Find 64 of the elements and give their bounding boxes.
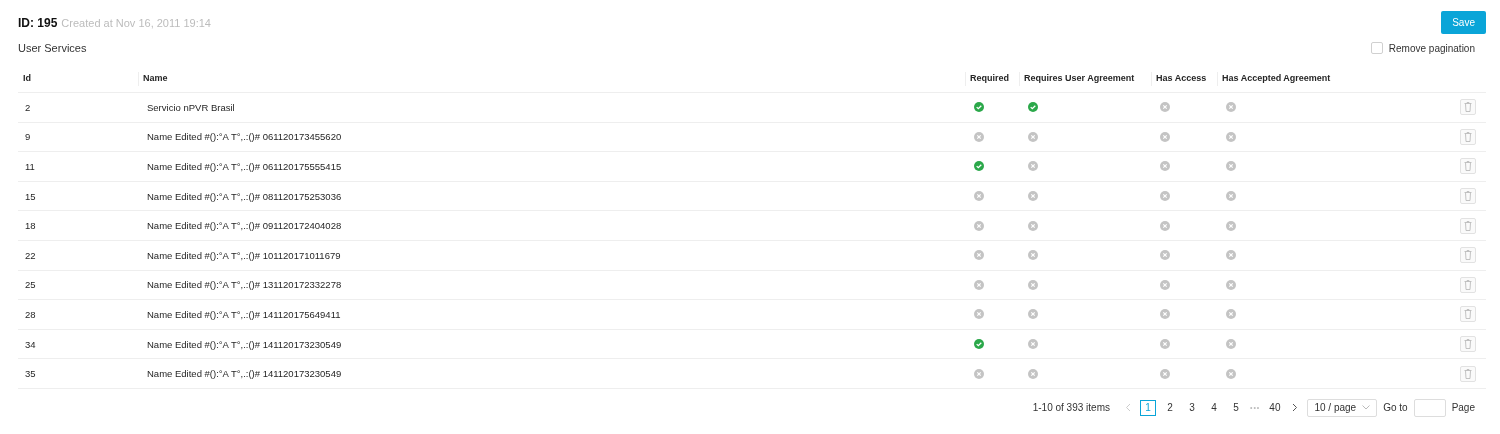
column-header: Requires User Agreement — [1019, 64, 1151, 93]
table-cell: Name Edited #():°A T°,.:()# 141120173230549 — [138, 329, 965, 359]
column-header: Id — [18, 64, 138, 93]
trash-icon — [1464, 220, 1472, 231]
column-header: Has Accepted Agreement — [1217, 64, 1348, 93]
checkbox[interactable] — [1370, 42, 1383, 54]
trash-icon — [1464, 191, 1472, 202]
trash-icon — [1464, 368, 1472, 379]
page-button[interactable]: 5 — [1227, 399, 1244, 416]
item-count: 1-10 of 393 items — [1032, 402, 1110, 414]
delete-button[interactable] — [1460, 188, 1476, 205]
delete-button[interactable] — [1460, 158, 1476, 175]
section-title: User Services — [18, 42, 87, 54]
delete-button[interactable] — [1460, 217, 1476, 234]
table-cell: 34 — [18, 329, 138, 359]
table-cell: Name Edited #():°A T°,.:()# 141120173230549 — [138, 358, 965, 389]
goto-label: Go to — [1383, 402, 1408, 414]
chevron-right-icon — [1292, 403, 1299, 413]
delete-button[interactable] — [1460, 128, 1476, 145]
trash-icon — [1464, 250, 1472, 261]
column-header: Name — [138, 64, 965, 93]
delete-button[interactable] — [1460, 306, 1476, 323]
table-cell: 35 — [18, 358, 138, 389]
table-cell: 11 — [18, 151, 138, 182]
column-header: Has Access — [1151, 64, 1217, 93]
delete-button[interactable] — [1460, 336, 1476, 353]
table-cell: 15 — [18, 181, 138, 211]
delete-button[interactable] — [1460, 365, 1476, 382]
page-size-select[interactable]: 10 / page — [1307, 398, 1378, 417]
table-cell: 2 — [18, 92, 138, 123]
caret-icon — [1362, 405, 1371, 411]
table-cell: Name Edited #():°A T°,.:()# 081120175253036 — [138, 181, 965, 211]
table-cell: Name Edited #():°A T°,.:()# 091120172404028 — [138, 210, 965, 241]
table-cell: 9 — [18, 122, 138, 152]
trash-icon — [1464, 131, 1472, 142]
table-cell: Name Edited #():°A T°,.:()# 061120173455620 — [138, 122, 965, 152]
page-label: Page — [1451, 402, 1475, 414]
page-button[interactable]: 3 — [1183, 399, 1200, 416]
trash-icon — [1464, 161, 1472, 172]
table-cell: Servicio nPVR Brasil — [138, 92, 965, 123]
chevron-left-icon — [1124, 403, 1131, 413]
page-input[interactable] — [1413, 398, 1446, 417]
delete-button[interactable] — [1460, 276, 1476, 293]
page-button[interactable]: 4 — [1205, 399, 1222, 416]
page-button[interactable]: 2 — [1161, 399, 1178, 416]
trash-icon — [1464, 309, 1472, 320]
table-cell: 18 — [18, 210, 138, 241]
trash-icon — [1464, 102, 1472, 113]
record-id: ID: 195 — [18, 15, 58, 30]
delete-button[interactable] — [1460, 99, 1476, 116]
delete-button[interactable] — [1460, 247, 1476, 264]
table-cell: Name Edited #():°A T°,.:()# 101120171011679 — [138, 240, 965, 271]
checkbox-label[interactable]: Remove pagination — [1388, 42, 1475, 54]
page-button[interactable]: 40 — [1266, 399, 1284, 416]
table-cell: Name Edited #():°A T°,.:()# 061120175555415 — [138, 151, 965, 182]
table-cell: 22 — [18, 240, 138, 271]
trash-icon — [1464, 339, 1472, 350]
created-date: Created at Nov 16, 2011 19:14 — [61, 16, 211, 29]
column-header: Required — [965, 64, 1019, 93]
table-cell: 25 — [18, 270, 138, 300]
table-cell: Name Edited #():°A T°,.:()# 141120175649411 — [138, 299, 965, 330]
table-cell: 28 — [18, 299, 138, 330]
trash-icon — [1464, 279, 1472, 290]
table-cell: Name Edited #():°A T°,.:()# 131120172332278 — [138, 270, 965, 300]
